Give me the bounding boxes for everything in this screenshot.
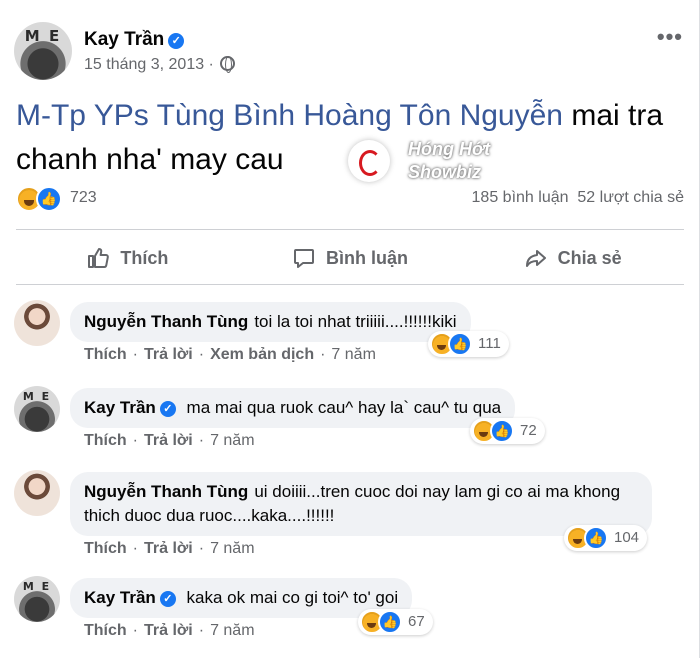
share-button-label: Chia sẻ — [557, 247, 622, 268]
comments-shares: 185 bình luận 52 lượt chia sẻ — [472, 189, 684, 207]
like-button[interactable]: Thích — [16, 236, 239, 280]
like-reaction-icon: 👍 — [448, 332, 472, 356]
comment-text: ma mai qua ruok cau^ hay la` cau^ tu qua — [186, 398, 502, 417]
post-meta: 15 tháng 3, 2013 · — [84, 56, 235, 74]
post-card: Kay Trần✓ 15 tháng 3, 2013 · ••• M-Tp YP… — [0, 0, 700, 658]
comment-reply-button[interactable]: Trả lời — [144, 346, 193, 363]
watermark: Hóng Hớt Showbiz — [348, 134, 508, 188]
comment-actions: Thích · Trả lời · Xem bản dịch · 7 năm — [84, 346, 376, 363]
comment-time[interactable]: 7 năm — [331, 346, 375, 363]
watermark-logo-icon — [348, 140, 390, 182]
share-button[interactable]: Chia sẻ — [461, 236, 684, 280]
comment-actions: Thích · Trả lời · 7 năm — [84, 540, 255, 557]
commenter-name[interactable]: Kay Trần ✓ — [84, 588, 176, 607]
comment-like-button[interactable]: Thích — [84, 346, 127, 363]
commenter-avatar[interactable] — [14, 386, 60, 432]
verified-badge-icon: ✓ — [159, 591, 176, 607]
see-translation-button[interactable]: Xem bản dịch — [210, 346, 314, 363]
comment-icon — [294, 249, 314, 268]
verified-badge-icon: ✓ — [168, 33, 185, 49]
commenter-name[interactable]: Nguyễn Thanh Tùng — [84, 482, 248, 501]
post-stats: 👍 723 185 bình luận 52 lượt chia sẻ — [16, 186, 684, 214]
post-author-avatar[interactable] — [14, 22, 72, 80]
comment-reaction-count: 67 — [408, 613, 425, 630]
commenter-name-text: Kay Trần — [84, 588, 156, 607]
like-button-label: Thích — [120, 247, 169, 268]
commenter-avatar[interactable] — [14, 576, 60, 622]
commenter-name[interactable]: Kay Trần ✓ — [84, 398, 176, 417]
comment-actions: Thích · Trả lời · 7 năm — [84, 432, 255, 449]
reaction-count[interactable]: 723 — [70, 189, 97, 207]
post-text: M-Tp YPs Tùng Bình Hoàng Tôn Nguyễn mai … — [16, 94, 676, 182]
commenter-name[interactable]: Nguyễn Thanh Tùng — [84, 312, 248, 331]
comment-time[interactable]: 7 năm — [210, 432, 254, 449]
commenter-avatar[interactable] — [14, 300, 60, 346]
comment-bubble: Nguyễn Thanh Tùng toi la toi nhat triiiii… — [70, 302, 471, 342]
commenter-avatar[interactable] — [14, 470, 60, 516]
watermark-text: Hóng Hớt Showbiz — [408, 138, 490, 184]
globe-icon — [219, 56, 235, 73]
comment-text: kaka ok mai co gi toi^ to' goi — [186, 588, 399, 607]
comment-like-button[interactable]: Thích — [84, 432, 127, 449]
like-reaction-icon: 👍 — [378, 610, 402, 634]
comment-actions: Thích · Trả lời · 7 năm — [84, 622, 255, 639]
comments-count[interactable]: 185 bình luận — [472, 189, 569, 206]
more-options-icon[interactable]: ••• — [657, 24, 683, 50]
comment-reactions[interactable]: 👍 104 — [564, 525, 648, 551]
comment-reply-button[interactable]: Trả lời — [144, 622, 193, 639]
comment-bubble: Nguyễn Thanh Tùng ui doiiii...tren cuoc d… — [70, 472, 652, 536]
share-icon — [525, 250, 546, 267]
comment-reactions[interactable]: 👍 111 — [428, 331, 509, 357]
shares-count[interactable]: 52 lượt chia sẻ — [577, 189, 684, 206]
post-actions: Thích Bình luận Chia sẻ — [16, 236, 684, 280]
comment-reply-button[interactable]: Trả lời — [144, 432, 193, 449]
verified-badge-icon: ✓ — [159, 401, 176, 417]
like-reaction-icon: 👍 — [584, 526, 608, 550]
comment-button[interactable]: Bình luận — [239, 236, 462, 280]
comment-like-button[interactable]: Thích — [84, 540, 127, 557]
comment-time[interactable]: 7 năm — [210, 540, 254, 557]
comment-like-button[interactable]: Thích — [84, 622, 127, 639]
like-reaction-icon: 👍 — [490, 419, 514, 443]
comment-reaction-count: 111 — [478, 335, 501, 352]
comment-reply-button[interactable]: Trả lời — [144, 540, 193, 557]
watermark-line-1: Hóng Hớt — [408, 139, 491, 159]
comment-reactions[interactable]: 👍 72 — [470, 418, 545, 444]
comment-reaction-count: 104 — [614, 529, 640, 546]
comment-reaction-count: 72 — [520, 422, 537, 439]
comment-bubble: Kay Trần ✓ ma mai qua ruok cau^ hay la` c… — [70, 388, 516, 428]
post-date[interactable]: 15 tháng 3, 2013 · — [84, 56, 214, 73]
post-author-name[interactable]: Kay Trần — [84, 29, 164, 50]
comment-text: toi la toi nhat triiiii....!!!!!!kiki — [254, 312, 457, 331]
thumbs-up-icon — [88, 248, 110, 268]
commenter-name-text: Kay Trần — [84, 398, 156, 417]
comment-time[interactable]: 7 năm — [210, 622, 254, 639]
divider — [16, 229, 684, 230]
comment-button-label: Bình luận — [326, 247, 408, 268]
like-reaction-icon: 👍 — [36, 186, 62, 212]
tagged-user-link[interactable]: M-Tp YPs Tùng Bình Hoàng Tôn Nguyễn — [16, 99, 563, 132]
divider — [16, 284, 684, 285]
watermark-line-2: Showbiz — [408, 162, 481, 182]
post-author[interactable]: Kay Trần ✓ — [84, 29, 185, 51]
comment-reactions[interactable]: 👍 67 — [358, 609, 433, 635]
